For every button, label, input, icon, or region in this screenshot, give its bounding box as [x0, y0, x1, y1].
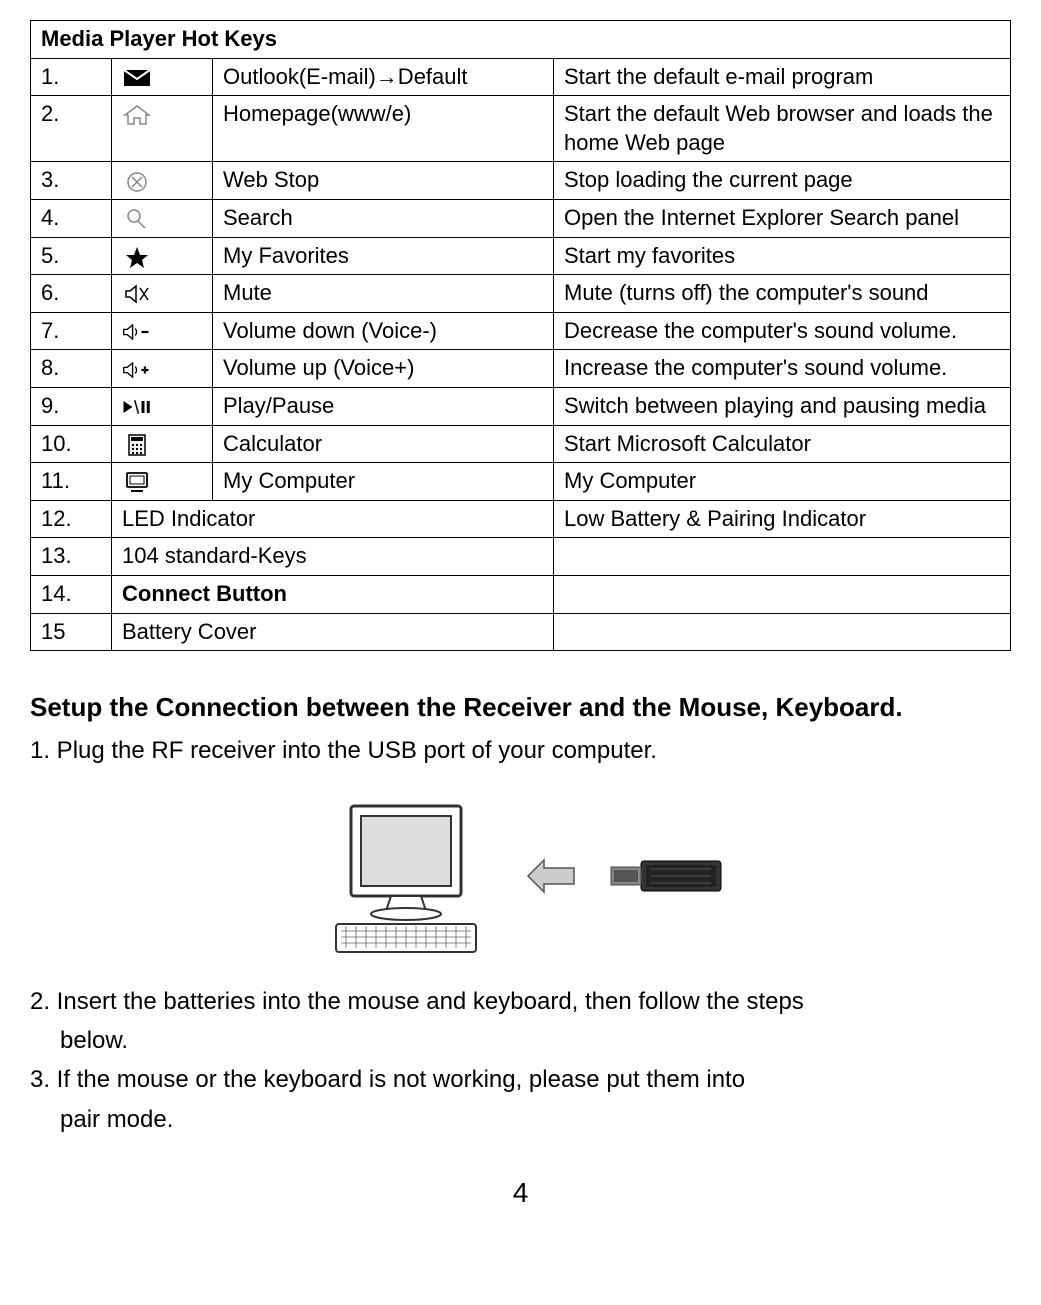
row-name: My Favorites — [213, 237, 554, 275]
row-name: LED Indicator — [112, 500, 554, 538]
usb-receiver-icon — [606, 851, 726, 901]
mail-icon — [112, 58, 213, 96]
row-desc — [554, 613, 1011, 651]
row-number: 2. — [31, 96, 112, 162]
row-name: Outlook(E-mail)→Default — [213, 58, 554, 96]
row-desc: Start the default Web browser and loads … — [554, 96, 1011, 162]
table-row: 3. Web Stop Stop loading the current pag… — [31, 162, 1011, 200]
table-row: 1. Outlook(E-mail)→Default Start the def… — [31, 58, 1011, 96]
table-row: 9. Play/Pause Switch between playing and… — [31, 387, 1011, 425]
row-name: Web Stop — [213, 162, 554, 200]
row-name: 104 standard-Keys — [112, 538, 554, 576]
computer-illustration-icon — [316, 796, 496, 956]
table-row: 7. Volume down (Voice-) Decrease the com… — [31, 312, 1011, 350]
row-desc: Increase the computer's sound volume. — [554, 350, 1011, 388]
table-row: 14. Connect Button — [31, 575, 1011, 613]
step-3: 3. If the mouse or the keyboard is not w… — [30, 1064, 1011, 1095]
row-desc: Low Battery & Pairing Indicator — [554, 500, 1011, 538]
table-row: 6. Mute Mute (turns off) the computer's … — [31, 275, 1011, 313]
row-number: 9. — [31, 387, 112, 425]
setup-illustration — [30, 796, 1011, 956]
table-row: 2. Homepage(www/e) Start the default Web… — [31, 96, 1011, 162]
step-3b: pair mode. — [30, 1104, 1011, 1135]
row-desc: Start the default e-mail program — [554, 58, 1011, 96]
home-icon — [112, 96, 213, 162]
row-desc: Open the Internet Explorer Search panel — [554, 199, 1011, 237]
star-icon — [112, 237, 213, 275]
hotkeys-table: Media Player Hot Keys 1. Outlook(E-mail)… — [30, 20, 1011, 651]
table-row: 4. Search Open the Internet Explorer Sea… — [31, 199, 1011, 237]
row-number: 5. — [31, 237, 112, 275]
mute-icon — [112, 275, 213, 313]
calculator-icon — [112, 425, 213, 463]
computer-icon — [112, 463, 213, 501]
row-number: 12. — [31, 500, 112, 538]
row-desc — [554, 538, 1011, 576]
stop-icon — [112, 162, 213, 200]
row-desc: Stop loading the current page — [554, 162, 1011, 200]
row-name: Mute — [213, 275, 554, 313]
row-desc: My Computer — [554, 463, 1011, 501]
row-name: Volume down (Voice-) — [213, 312, 554, 350]
step-1: 1. Plug the RF receiver into the USB por… — [30, 735, 1011, 766]
row-number: 6. — [31, 275, 112, 313]
row-name: My Computer — [213, 463, 554, 501]
table-row: 11. My Computer My Computer — [31, 463, 1011, 501]
row-name: Homepage(www/e) — [213, 96, 554, 162]
table-row: 8. Volume up (Voice+) Increase the compu… — [31, 350, 1011, 388]
row-number: 14. — [31, 575, 112, 613]
row-name: Calculator — [213, 425, 554, 463]
arrow-left-icon — [526, 856, 576, 896]
table-row: 12. LED Indicator Low Battery & Pairing … — [31, 500, 1011, 538]
step-2: 2. Insert the batteries into the mouse a… — [30, 986, 1011, 1017]
row-desc: Switch between playing and pausing media — [554, 387, 1011, 425]
table-row: 10. Calculator Start Microsoft Calculato… — [31, 425, 1011, 463]
volume-up-icon — [112, 350, 213, 388]
table-row: 5. My Favorites Start my favorites — [31, 237, 1011, 275]
step-2b: below. — [30, 1025, 1011, 1056]
page-number: 4 — [30, 1175, 1011, 1211]
row-name: Battery Cover — [112, 613, 554, 651]
row-name: Volume up (Voice+) — [213, 350, 554, 388]
play-pause-icon — [112, 387, 213, 425]
row-number: 7. — [31, 312, 112, 350]
table-row: 13. 104 standard-Keys — [31, 538, 1011, 576]
row-desc: Start Microsoft Calculator — [554, 425, 1011, 463]
row-number: 4. — [31, 199, 112, 237]
volume-down-icon — [112, 312, 213, 350]
row-name: Play/Pause — [213, 387, 554, 425]
row-number: 8. — [31, 350, 112, 388]
row-number: 3. — [31, 162, 112, 200]
row-desc: Mute (turns off) the computer's sound — [554, 275, 1011, 313]
row-name: Connect Button — [112, 575, 554, 613]
search-icon — [112, 199, 213, 237]
row-number: 1. — [31, 58, 112, 96]
row-number: 11. — [31, 463, 112, 501]
row-desc: Decrease the computer's sound volume. — [554, 312, 1011, 350]
row-number: 10. — [31, 425, 112, 463]
section-heading: Setup the Connection between the Receive… — [30, 691, 1011, 725]
row-name: Search — [213, 199, 554, 237]
table-row: 15 Battery Cover — [31, 613, 1011, 651]
row-desc: Start my favorites — [554, 237, 1011, 275]
table-title: Media Player Hot Keys — [31, 21, 1011, 59]
row-number: 15 — [31, 613, 112, 651]
row-desc — [554, 575, 1011, 613]
row-number: 13. — [31, 538, 112, 576]
